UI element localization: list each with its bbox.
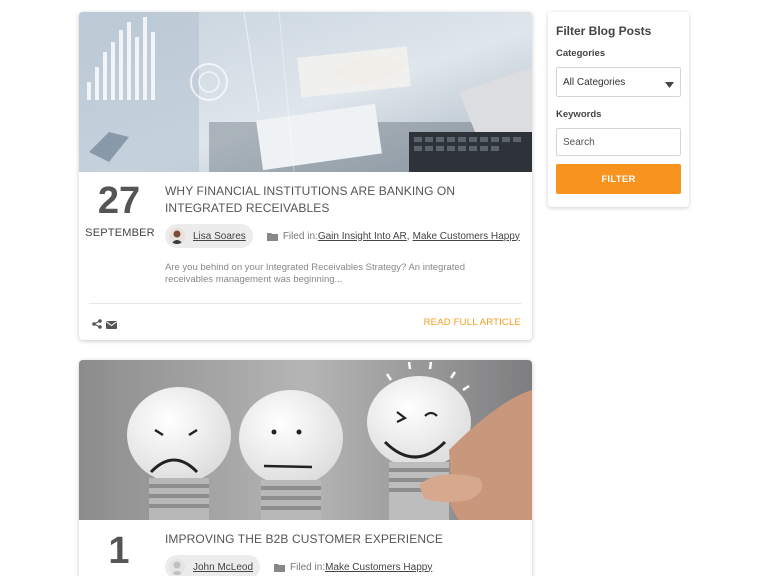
search-input[interactable]	[556, 128, 681, 156]
blog-post-card: 1 IMPROVING THE B2B CUSTOMER EXPERIENCE …	[79, 360, 532, 576]
post-image[interactable]	[79, 12, 532, 172]
sidebar-title: Filter Blog Posts	[556, 24, 652, 38]
post-date-month: SEPTEMBER	[85, 227, 155, 239]
email-icon[interactable]	[106, 316, 117, 334]
category-link[interactable]: Make Customers Happy	[413, 231, 520, 242]
post-image-graphic	[79, 12, 532, 172]
post-image-graphic	[79, 360, 532, 520]
post-title[interactable]: WHY FINANCIAL INSTITUTIONS ARE BANKING O…	[165, 183, 515, 217]
author-name[interactable]: John McLeod	[193, 562, 253, 573]
filter-button[interactable]: FILTER	[556, 164, 681, 194]
categories-label: Categories	[556, 48, 606, 59]
read-full-article-link[interactable]: READ FULL ARTICLE	[424, 317, 521, 328]
chevron-down-icon	[665, 80, 674, 91]
post-meta: John McLeod Filed in: Make Customers Hap…	[165, 555, 432, 576]
share-icon[interactable]	[92, 316, 102, 334]
post-excerpt: Are you behind on your Integrated Receiv…	[165, 262, 465, 285]
author-name[interactable]: Lisa Soares	[193, 231, 246, 242]
category-link[interactable]: Make Customers Happy	[325, 562, 432, 573]
blog-post-card: 27 SEPTEMBER WHY FINANCIAL INSTITUTIONS …	[79, 12, 532, 340]
folder-icon	[266, 232, 278, 241]
post-image[interactable]	[79, 360, 532, 520]
author-avatar	[169, 559, 185, 575]
post-date-day: 1	[108, 530, 130, 572]
filed-in-label: Filed in:	[290, 561, 326, 573]
categories-select[interactable]: All Categories	[556, 67, 681, 97]
category-link[interactable]: Gain Insight Into AR	[318, 231, 407, 242]
filter-sidebar: Filter Blog Posts Categories All Categor…	[548, 12, 689, 207]
author-chip[interactable]: Lisa Soares	[165, 224, 253, 248]
post-meta: Lisa Soares Filed in: Gain Insight Into …	[165, 224, 520, 248]
author-chip[interactable]: John McLeod	[165, 555, 261, 576]
post-date-day: 27	[97, 180, 141, 222]
author-avatar	[169, 228, 185, 244]
keywords-label: Keywords	[556, 109, 602, 120]
share-actions	[92, 316, 117, 334]
categories-selected-value: All Categories	[563, 76, 626, 88]
folder-icon	[274, 563, 286, 572]
filed-in-label: Filed in:	[282, 230, 318, 242]
post-title[interactable]: IMPROVING THE B2B CUSTOMER EXPERIENCE	[165, 531, 515, 548]
card-divider	[89, 303, 522, 304]
